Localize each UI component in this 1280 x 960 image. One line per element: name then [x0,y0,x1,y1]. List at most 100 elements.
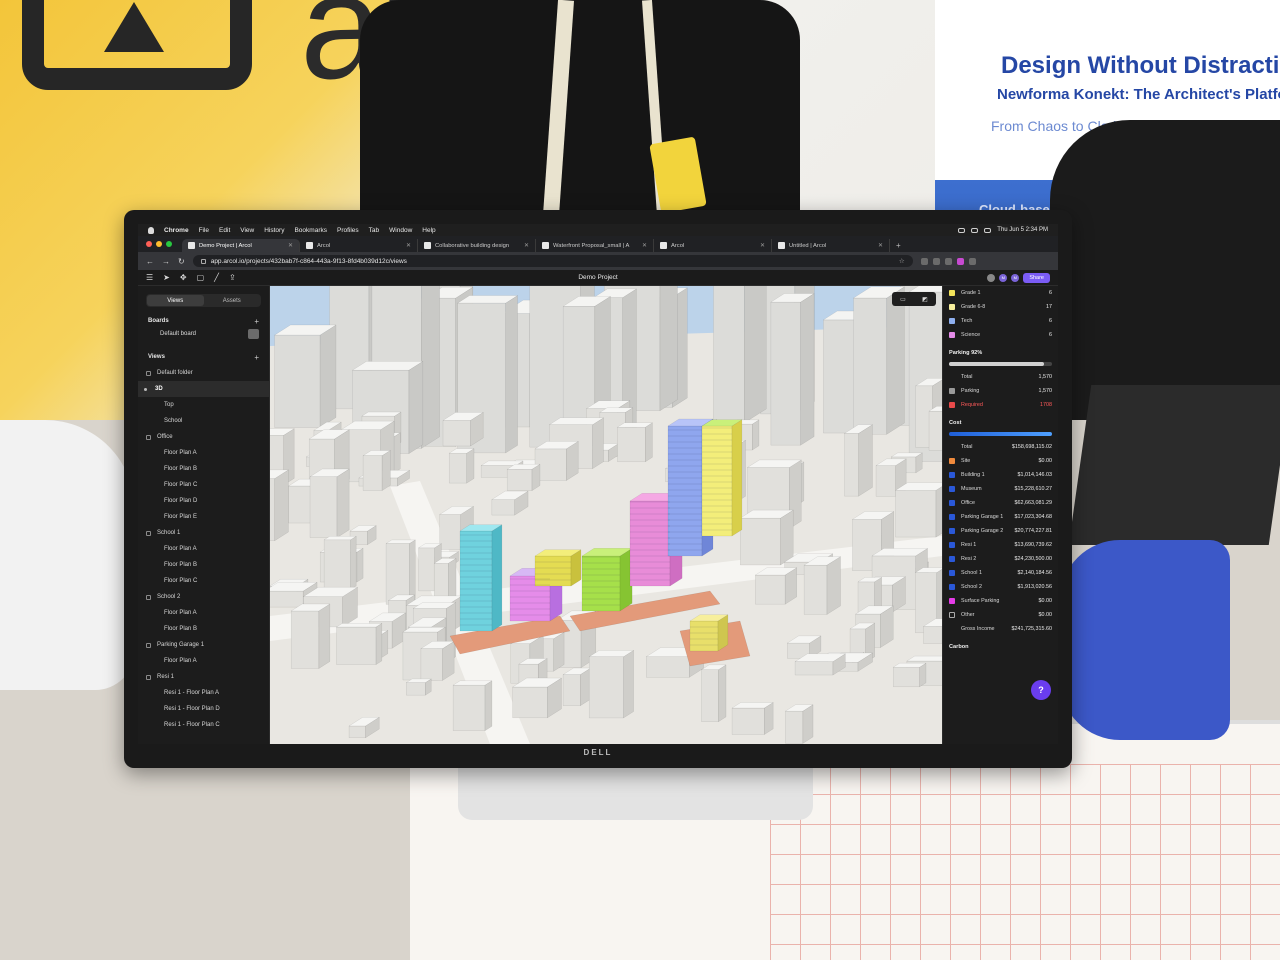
view-item[interactable]: School [138,413,269,429]
share-button[interactable]: Share [1023,272,1050,283]
view-item[interactable]: Top [138,397,269,413]
metric-row[interactable]: School 1 $2,140,184.56 [943,566,1058,580]
folder-toggle-icon[interactable] [146,642,151,648]
tab-collaborative[interactable]: Collaborative building design ✕ [418,239,536,252]
metric-row[interactable]: Gross Income $241,725,315.60 [943,622,1058,636]
line-tool-icon[interactable]: ╱ [214,273,219,282]
extension-icon[interactable] [920,257,928,265]
board-item[interactable]: Default board [138,327,269,341]
folder-toggle-icon[interactable] [146,370,151,376]
folder-item[interactable]: Resi 1 [138,669,269,685]
move-tool-icon[interactable]: ✥ [180,273,187,282]
wifi-icon[interactable] [971,227,979,233]
tab-arcol-2[interactable]: Arcol ✕ [654,239,772,252]
3d-viewport[interactable]: ▭ ◩ [270,286,942,744]
reload-icon[interactable]: ↻ [178,257,185,266]
maximize-window-icon[interactable] [166,241,172,247]
metric-row[interactable]: Grade 1 6 [943,286,1058,300]
extension-icon[interactable] [944,257,952,265]
metric-row[interactable]: Surface Parking $0.00 [943,594,1058,608]
view-item[interactable]: Floor Plan A [138,653,269,669]
view-item[interactable]: Resi 1 - Floor Plan D [138,701,269,717]
folder-item[interactable]: School 1 [138,525,269,541]
help-button[interactable]: ? [1031,680,1051,700]
folder-item[interactable]: Default folder [138,365,269,381]
clock[interactable]: Thu Jun 5 2:34 PM [997,227,1048,233]
close-tab-icon[interactable]: ✕ [406,242,411,249]
new-tab-icon[interactable]: + [890,241,907,252]
folder-item[interactable]: Parking Garage 1 [138,637,269,653]
menu-edit[interactable]: Edit [219,227,230,234]
forward-icon[interactable]: → [162,257,170,266]
tab-demo-project[interactable]: Demo Project | Arcol ✕ [182,239,300,252]
folder-toggle-icon[interactable] [146,530,151,536]
rectangle-tool-icon[interactable]: ▢ [197,273,205,282]
metric-row[interactable]: Tech 6 [943,314,1058,328]
view-item[interactable]: Floor Plan A [138,541,269,557]
view-item[interactable]: Floor Plan C [138,477,269,493]
folder-item[interactable]: School 2 [138,589,269,605]
view-item[interactable]: Floor Plan B [138,461,269,477]
metric-row[interactable]: Parking Garage 2 $20,774,227.81 [943,524,1058,538]
add-board-icon[interactable]: + [254,317,259,326]
close-window-icon[interactable] [146,241,152,247]
menu-bookmarks[interactable]: Bookmarks [294,227,327,234]
folder-toggle-icon[interactable] [146,674,151,680]
search-icon[interactable] [984,227,992,233]
city-model[interactable] [270,286,942,744]
view-item[interactable]: Resi 1 - Floor Plan A [138,685,269,701]
close-tab-icon[interactable]: ✕ [878,242,883,249]
close-tab-icon[interactable]: ✕ [524,242,529,249]
menu-history[interactable]: History [264,227,284,234]
tab-views[interactable]: Views [147,295,204,306]
tab-waterfront[interactable]: Waterfront Proposal_small | A ✕ [536,239,654,252]
metric-row[interactable]: School 2 $1,913,020.56 [943,580,1058,594]
menu-tab[interactable]: Tab [369,227,379,234]
minimize-window-icon[interactable] [156,241,162,247]
back-icon[interactable]: ← [146,257,154,266]
battery-icon[interactable] [958,227,966,233]
menu-window[interactable]: Window [389,227,412,234]
menu-view[interactable]: View [240,227,254,234]
view-item[interactable]: Resi 1 - Floor Plan C [138,717,269,733]
metric-row[interactable]: Required 1708 [943,398,1058,412]
camera-icon[interactable]: ▭ [900,296,906,303]
metric-row[interactable]: Parking 1,570 [943,384,1058,398]
metric-row[interactable]: Total $158,698,115.02 [943,440,1058,454]
site-info-icon[interactable] [200,258,206,264]
avatar[interactable] [987,273,996,282]
view-item[interactable]: Floor Plan E [138,509,269,525]
view-item[interactable]: Floor Plan B [138,557,269,573]
folder-toggle-icon[interactable] [146,594,151,600]
metric-row[interactable]: Resi 2 $24,230,500.00 [943,552,1058,566]
metric-row[interactable]: Site $0.00 [943,454,1058,468]
close-tab-icon[interactable]: ✕ [642,242,647,249]
avatar[interactable]: M [1011,273,1020,282]
view-item[interactable]: 3D [138,381,269,397]
metric-row[interactable]: Office $62,663,081.29 [943,496,1058,510]
tab-untitled[interactable]: Untitled | Arcol ✕ [772,239,890,252]
extrude-tool-icon[interactable]: ⇪ [229,273,236,282]
folder-toggle-icon[interactable] [146,434,151,440]
metric-row[interactable]: Museum $15,228,610.27 [943,482,1058,496]
metric-row[interactable]: Resi 1 $13,690,739.62 [943,538,1058,552]
menu-file[interactable]: File [199,227,209,234]
tab-arcol[interactable]: Arcol ✕ [300,239,418,252]
metric-row[interactable]: Building 1 $1,014,146.03 [943,468,1058,482]
select-tool-icon[interactable]: ➤ [163,273,170,282]
close-tab-icon[interactable]: ✕ [288,242,293,249]
close-tab-icon[interactable]: ✕ [760,242,765,249]
extension-icon[interactable] [932,257,940,265]
metric-row[interactable]: Other $0.00 [943,608,1058,622]
menu-app[interactable]: Chrome [164,227,189,234]
metric-row[interactable]: Grade 6-8 17 [943,300,1058,314]
bookmark-star-icon[interactable]: ☆ [899,257,905,265]
avatar[interactable]: M [999,273,1008,282]
metric-row[interactable]: Science 6 [943,328,1058,342]
view-item[interactable]: Floor Plan B [138,621,269,637]
apple-icon[interactable] [148,226,154,234]
view-item[interactable]: Floor Plan D [138,493,269,509]
metric-row[interactable]: Total 1,570 [943,370,1058,384]
menu-help[interactable]: Help [422,227,435,234]
hamburger-menu-icon[interactable]: ☰ [146,273,153,282]
